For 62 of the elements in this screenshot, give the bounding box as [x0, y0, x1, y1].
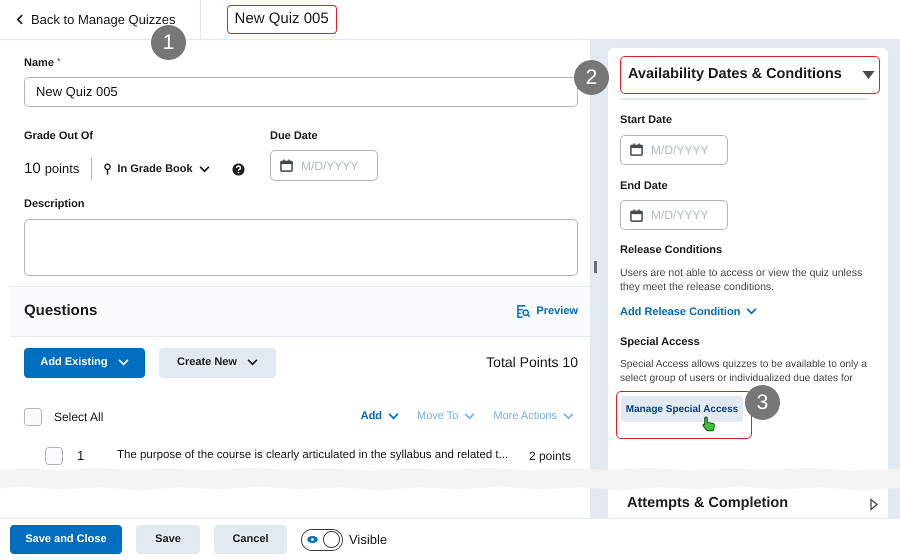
action-dropdown[interactable]: Add: [360, 408, 400, 425]
quiz-title: New Quiz 005: [226, 5, 337, 34]
section-header[interactable]: Attempts & Completion: [620, 493, 878, 515]
callout-number: 1: [151, 25, 186, 60]
pin-icon: [104, 162, 112, 176]
preview-icon: [517, 304, 530, 318]
field-label: Name: [24, 56, 54, 71]
select-all-label: Select All: [54, 408, 104, 426]
section-title: Questions: [24, 300, 98, 321]
date-placeholder: M/D/YYYY: [301, 158, 358, 174]
description-field[interactable]: [24, 218, 578, 276]
field-label: Special Access: [620, 335, 701, 350]
name-field[interactable]: New Quiz 005: [24, 76, 578, 106]
chevron-down-icon: [464, 413, 476, 420]
field-label: Grade Out Of: [24, 128, 94, 144]
date-placeholder: M/D/YYYY: [651, 207, 708, 224]
field-label: Start Date: [620, 113, 673, 128]
checkbox[interactable]: [45, 446, 63, 464]
create-new-button[interactable]: Create New: [159, 348, 276, 378]
chevron-down-icon: [118, 359, 129, 366]
chevron-left-icon: [16, 14, 23, 25]
manage-special-access-button[interactable]: Manage Special Access: [621, 396, 743, 422]
footer-button[interactable]: Cancel: [214, 525, 287, 554]
question-text[interactable]: The purpose of the course is clearly articulated in the syllabus and related t...: [117, 446, 508, 464]
section-header[interactable]: Availability Dates & Conditions: [620, 56, 880, 94]
footer-button[interactable]: Save: [136, 525, 200, 554]
calendar-icon: [630, 143, 643, 156]
chevron-down-icon: [746, 308, 758, 316]
resize-handle[interactable]: [594, 261, 596, 273]
points-value: 10: [24, 158, 41, 179]
triangle-right-icon: [870, 498, 878, 511]
triangle-down-icon: [862, 71, 875, 79]
total-points: Total Points 10: [486, 353, 578, 372]
points-unit: points: [44, 160, 80, 178]
question-points: 2 points: [528, 448, 571, 464]
release-conditions-text: Users are not able to access or view the quiz unless they meet the release conditions.: [620, 266, 864, 294]
hand-cursor-icon: [702, 415, 716, 432]
add-existing-button[interactable]: Add Existing: [24, 348, 145, 378]
field-label: Release Conditions: [620, 243, 724, 258]
help-icon[interactable]: [232, 162, 245, 176]
calendar-icon: [630, 208, 643, 222]
callout-number: 2: [574, 60, 609, 95]
special-access-text: Special Access allows quizzes to be available to only a select group of users or individualized due dates for: [620, 358, 868, 386]
question-number: 1: [77, 446, 86, 465]
date-placeholder: M/D/YYYY: [651, 142, 708, 158]
field-label: Due Date: [270, 128, 319, 144]
chevron-down-icon: [246, 359, 258, 366]
eye-icon: [307, 536, 318, 543]
field-label: Description: [24, 197, 86, 212]
chevron-down-icon: [198, 166, 210, 172]
visibility-toggle[interactable]: [301, 528, 343, 550]
grade-book-dropdown[interactable]: In Grade Book: [104, 160, 210, 178]
checkbox[interactable]: [24, 408, 42, 426]
toggle-label: Visible: [349, 530, 388, 549]
field-label: End Date: [620, 178, 669, 194]
chevron-down-icon: [388, 413, 400, 420]
chevron-down-icon: [563, 413, 574, 420]
required-mark: *: [56, 55, 60, 68]
add-release-condition-link[interactable]: Add Release Condition: [620, 304, 880, 320]
calendar-icon: [280, 159, 293, 172]
preview-link[interactable]: Preview: [517, 302, 578, 320]
footer-button[interactable]: Save and Close: [10, 525, 122, 554]
